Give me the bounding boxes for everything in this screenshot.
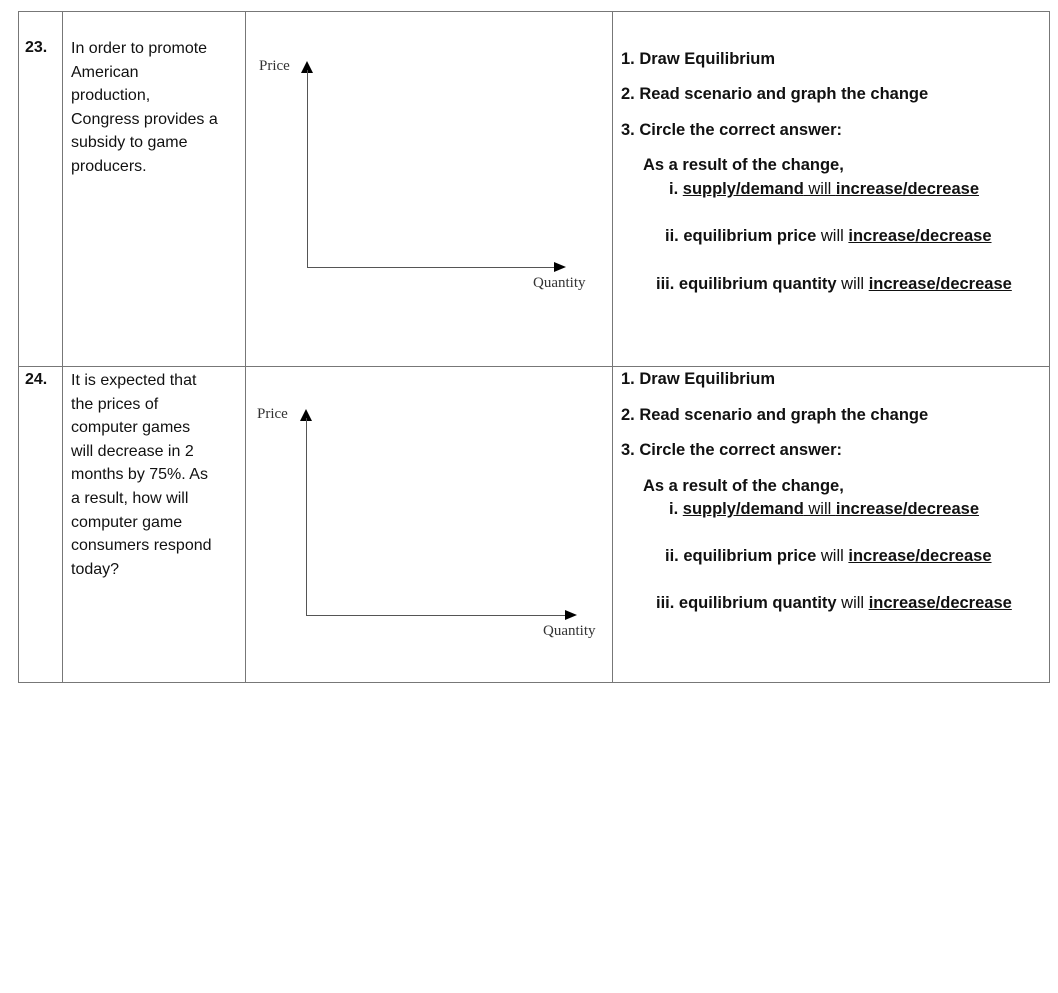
row-divider: [18, 366, 1050, 367]
choice: increase/decrease: [848, 227, 992, 245]
scenario-line: producers.: [71, 157, 147, 175]
choice: increase/decrease: [868, 594, 1012, 612]
scenario-line: American: [71, 63, 139, 81]
step-1: 1. Draw Equilibrium: [621, 370, 776, 388]
x-axis-label: Quantity: [543, 623, 596, 639]
y-axis: [307, 70, 308, 268]
term: equilibrium quantity: [678, 275, 837, 293]
step-1: 1. Draw Equilibrium: [621, 50, 776, 68]
choice: increase/decrease: [835, 180, 980, 198]
answer-i[interactable]: i. supply/demand will increase/decrease: [669, 180, 979, 199]
choice: increase/decrease: [868, 275, 1012, 293]
intro: As a result of the change,: [643, 477, 844, 495]
term: equilibrium price: [683, 227, 817, 245]
column-divider: [62, 11, 63, 683]
will: will: [816, 547, 849, 565]
num: i.: [669, 500, 683, 518]
scenario-line: the prices of: [71, 395, 159, 413]
num: ii.: [665, 227, 684, 245]
answer-ii[interactable]: ii. equilibrium price will increase/decr…: [665, 227, 992, 246]
y-axis: [306, 418, 307, 616]
x-axis-arrow-icon: [565, 610, 577, 620]
y-axis-label: Price: [257, 406, 288, 422]
will: will: [836, 275, 869, 293]
will: will: [803, 180, 836, 198]
question-number: 24.: [25, 371, 48, 388]
step-3: 3. Circle the correct answer:: [621, 121, 843, 139]
step-2: 2. Read scenario and graph the change: [621, 406, 929, 424]
num: i.: [669, 180, 683, 198]
y-axis-label: Price: [259, 58, 290, 74]
scenario-line: Congress provides a: [71, 110, 218, 128]
answer-ii[interactable]: ii. equilibrium price will increase/decr…: [665, 547, 992, 566]
num: iii.: [656, 594, 679, 612]
scenario-line: will decrease in 2: [71, 442, 194, 460]
question-number: 23.: [25, 39, 48, 56]
will: will: [816, 227, 849, 245]
choice: supply/demand: [682, 180, 804, 198]
column-divider: [245, 11, 246, 683]
step-2: 2. Read scenario and graph the change: [621, 85, 929, 103]
scenario-line: computer games: [71, 419, 191, 437]
answer-i[interactable]: i. supply/demand will increase/decrease: [669, 500, 979, 519]
num: ii.: [665, 547, 684, 565]
choice: supply/demand: [682, 500, 804, 518]
scenario-line: months by 75%. As: [71, 466, 208, 484]
answer-iii[interactable]: iii. equilibrium quantity will increase/…: [656, 594, 1012, 613]
scenario-line: production,: [71, 87, 151, 105]
answer-iii[interactable]: iii. equilibrium quantity will increase/…: [656, 275, 1012, 294]
num: iii.: [656, 275, 679, 293]
scenario-line: subsidy to game: [71, 134, 188, 152]
column-divider: [612, 11, 613, 683]
scenario-text: In order to promote American production,…: [71, 37, 239, 179]
step-3: 3. Circle the correct answer:: [621, 441, 843, 459]
scenario-line: It is expected that: [71, 372, 197, 389]
scenario-line: computer game: [71, 513, 183, 531]
scenario-line: consumers respond: [71, 537, 212, 555]
scenario-text: It is expected that the prices of comput…: [71, 369, 239, 581]
will: will: [836, 594, 869, 612]
x-axis-arrow-icon: [554, 262, 566, 272]
intro: As a result of the change,: [643, 156, 844, 174]
scenario-line: today?: [71, 560, 120, 578]
term: equilibrium quantity: [678, 594, 837, 612]
scenario-line: a result, how will: [71, 489, 189, 507]
x-axis: [307, 267, 557, 268]
will: will: [803, 500, 836, 518]
term: equilibrium price: [683, 547, 817, 565]
choice: increase/decrease: [835, 500, 980, 518]
x-axis-label: Quantity: [533, 275, 586, 291]
choice: increase/decrease: [848, 547, 992, 565]
scenario-line: In order to promote: [71, 40, 208, 57]
x-axis: [306, 615, 568, 616]
